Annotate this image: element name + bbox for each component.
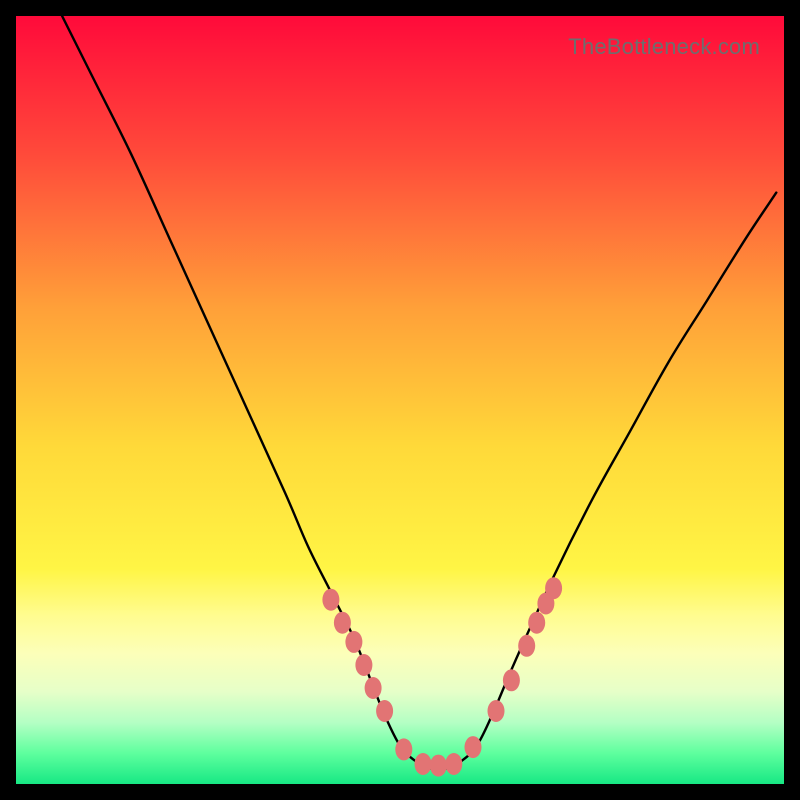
curve-marker: [345, 631, 362, 653]
watermark-text: TheBottleneck.com: [568, 34, 760, 60]
curve-marker: [465, 736, 482, 758]
curve-marker: [445, 753, 462, 775]
bottleneck-chart: [16, 16, 784, 784]
curve-marker: [322, 589, 339, 611]
gradient-background: [16, 16, 784, 784]
chart-frame: TheBottleneck.com: [16, 16, 784, 784]
curve-marker: [334, 612, 351, 634]
curve-marker: [545, 577, 562, 599]
plot-area: [16, 16, 784, 784]
curve-marker: [355, 654, 372, 676]
curve-marker: [488, 700, 505, 722]
curve-marker: [395, 738, 412, 760]
curve-marker: [503, 669, 520, 691]
curve-marker: [365, 677, 382, 699]
curve-marker: [528, 612, 545, 634]
curve-marker: [415, 753, 432, 775]
curve-marker: [518, 635, 535, 657]
curve-marker: [430, 755, 447, 777]
curve-marker: [376, 700, 393, 722]
